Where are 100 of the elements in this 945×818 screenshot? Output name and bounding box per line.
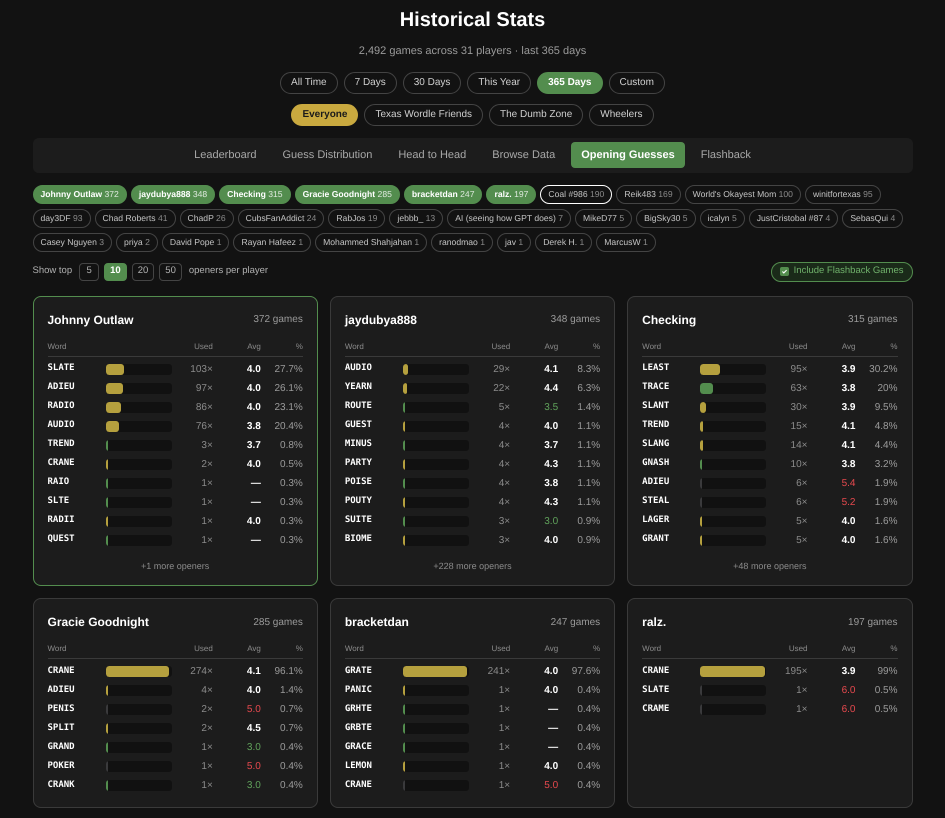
player-chip[interactable]: Chad Roberts 41 xyxy=(94,208,176,228)
view-tab[interactable]: Guess Distribution xyxy=(272,142,382,168)
time-filter-button[interactable]: This Year xyxy=(467,72,532,94)
player-chip[interactable]: MikeD77 5 xyxy=(575,208,632,228)
usage-percent: 26.1% xyxy=(274,382,303,396)
average-guesses: 3.9 xyxy=(842,362,856,376)
player-chip[interactable]: jaydubya888 348 xyxy=(130,184,216,204)
usage-percent: 0.4% xyxy=(577,779,600,793)
opener-word: TREND xyxy=(642,419,670,432)
column-header: Avg xyxy=(544,643,558,655)
more-openers-note: +1 more openers xyxy=(141,560,210,573)
average-guesses: 4.0 xyxy=(544,760,558,774)
view-tab[interactable]: Head to Head xyxy=(388,142,476,168)
usage-percent: 1.1% xyxy=(577,476,600,490)
column-header: Used xyxy=(491,643,510,655)
group-filter-button[interactable]: Wheelers xyxy=(589,104,654,126)
player-chip[interactable]: Coal #986 190 xyxy=(540,184,612,204)
opener-word: RADII xyxy=(48,514,76,528)
player-chip[interactable]: CubsFanAddict 24 xyxy=(238,208,324,228)
used-count: 22× xyxy=(493,382,510,396)
average-guesses: 6.0 xyxy=(842,684,856,698)
player-chip[interactable]: ralz. 197 xyxy=(486,184,536,204)
player-chip[interactable]: day3DF 93 xyxy=(32,208,91,228)
average-guesses: 3.8 xyxy=(544,476,558,490)
player-chip[interactable]: David Pope 1 xyxy=(162,232,230,252)
usage-percent: 0.5% xyxy=(874,684,898,698)
player-chip[interactable]: Casey Nguyen 3 xyxy=(32,232,112,252)
usage-percent: 30.2% xyxy=(869,362,898,376)
average-guesses: 3.8 xyxy=(842,382,856,396)
average-guesses: 4.0 xyxy=(544,534,558,548)
more-openers-note: +228 more openers xyxy=(433,560,512,573)
player-chip[interactable]: Checking 315 xyxy=(219,184,291,204)
time-filter-button[interactable]: 7 Days xyxy=(344,72,397,94)
player-name: Johnny Outlaw xyxy=(48,312,134,328)
player-chip[interactable]: World's Okayest Mom 100 xyxy=(684,184,801,204)
usage-percent: 0.4% xyxy=(577,703,600,717)
usage-percent: 0.4% xyxy=(577,722,600,736)
column-header: Avg xyxy=(842,340,856,352)
average-guesses: — xyxy=(250,534,261,548)
time-filter-button[interactable]: All Time xyxy=(280,72,338,94)
player-chip[interactable]: Reik483 169 xyxy=(616,184,681,204)
opener-word: QUEST xyxy=(48,533,76,546)
usage-percent: 0.9% xyxy=(577,514,600,528)
used-count: 86× xyxy=(196,400,213,414)
view-tab[interactable]: Opening Guesses xyxy=(571,142,685,168)
player-chip[interactable]: Gracie Goodnight 285 xyxy=(294,184,400,204)
player-chip[interactable]: Johnny Outlaw 372 xyxy=(32,184,127,204)
used-count: 95× xyxy=(790,362,808,376)
view-tab[interactable]: Leaderboard xyxy=(184,142,266,168)
count-option-button[interactable]: 50 xyxy=(159,262,182,280)
view-tab[interactable]: Flashback xyxy=(690,142,761,168)
player-chip[interactable]: jebbb_ 13 xyxy=(389,208,444,228)
group-filter-button[interactable]: Everyone xyxy=(291,104,358,126)
checkbox[interactable] xyxy=(780,267,789,276)
player-chip[interactable]: jav 1 xyxy=(497,232,532,252)
count-option-button[interactable]: 20 xyxy=(132,262,154,280)
opener-word: PENIS xyxy=(48,702,76,716)
average-guesses: 4.0 xyxy=(842,514,856,528)
used-count: 1× xyxy=(498,741,510,755)
usage-percent: 0.9% xyxy=(577,534,600,548)
opener-word: GRATE xyxy=(344,664,373,678)
column-header: Avg xyxy=(247,340,261,352)
column-header: Word xyxy=(642,643,662,655)
used-count: 1× xyxy=(201,779,213,793)
group-filter-button[interactable]: The Dumb Zone xyxy=(489,104,584,126)
player-chip[interactable]: Derek H. 1 xyxy=(535,232,592,252)
player-chip[interactable]: Mohammed Shahjahan 1 xyxy=(315,232,428,252)
average-guesses: 5.2 xyxy=(842,496,856,510)
group-filter-button[interactable]: Texas Wordle Friends xyxy=(364,104,484,126)
opener-word: LEMON xyxy=(344,760,373,773)
average-guesses: 4.0 xyxy=(842,534,856,548)
player-chip[interactable]: RabJos 19 xyxy=(328,208,386,228)
average-guesses: — xyxy=(548,741,558,755)
player-chip[interactable]: BigSky30 5 xyxy=(636,208,696,228)
player-chip[interactable]: priya 2 xyxy=(116,232,158,252)
view-tab[interactable]: Browse Data xyxy=(482,142,566,168)
player-chip[interactable]: SebasQui 4 xyxy=(842,208,904,228)
count-option-button[interactable]: 10 xyxy=(104,262,127,280)
usage-percent: 6.3% xyxy=(577,382,600,396)
player-chip[interactable]: ChadP 26 xyxy=(180,208,234,228)
player-chip[interactable]: bracketdan 247 xyxy=(404,184,482,204)
usage-percent: 20.4% xyxy=(274,420,303,434)
player-chip[interactable]: MarcusW 1 xyxy=(596,232,656,252)
show-top-label: Show top xyxy=(32,264,72,278)
player-chip[interactable]: AI (seeing how GPT does) 7 xyxy=(447,208,571,228)
player-chip[interactable]: winitfortexas 95 xyxy=(804,184,881,204)
opener-word: SPLIT xyxy=(48,722,76,735)
column-header: Word xyxy=(48,643,68,655)
time-filter-button[interactable]: 365 Days xyxy=(537,72,602,94)
player-chip[interactable]: Rayan Hafeez 1 xyxy=(233,232,312,252)
time-filter-button[interactable]: Custom xyxy=(608,72,665,94)
player-chip[interactable]: ranodmao 1 xyxy=(431,232,494,252)
player-chip[interactable]: icalyn 5 xyxy=(700,208,745,228)
player-chip[interactable]: JustCristobal #87 4 xyxy=(748,208,838,228)
count-option-button[interactable]: 5 xyxy=(79,262,100,280)
opener-word: LEAST xyxy=(642,362,670,376)
opener-word: LAGER xyxy=(642,514,670,528)
average-guesses: 4.1 xyxy=(842,438,856,452)
flashback-toggle[interactable]: Include Flashback Games xyxy=(770,262,912,282)
time-filter-button[interactable]: 30 Days xyxy=(402,72,462,94)
